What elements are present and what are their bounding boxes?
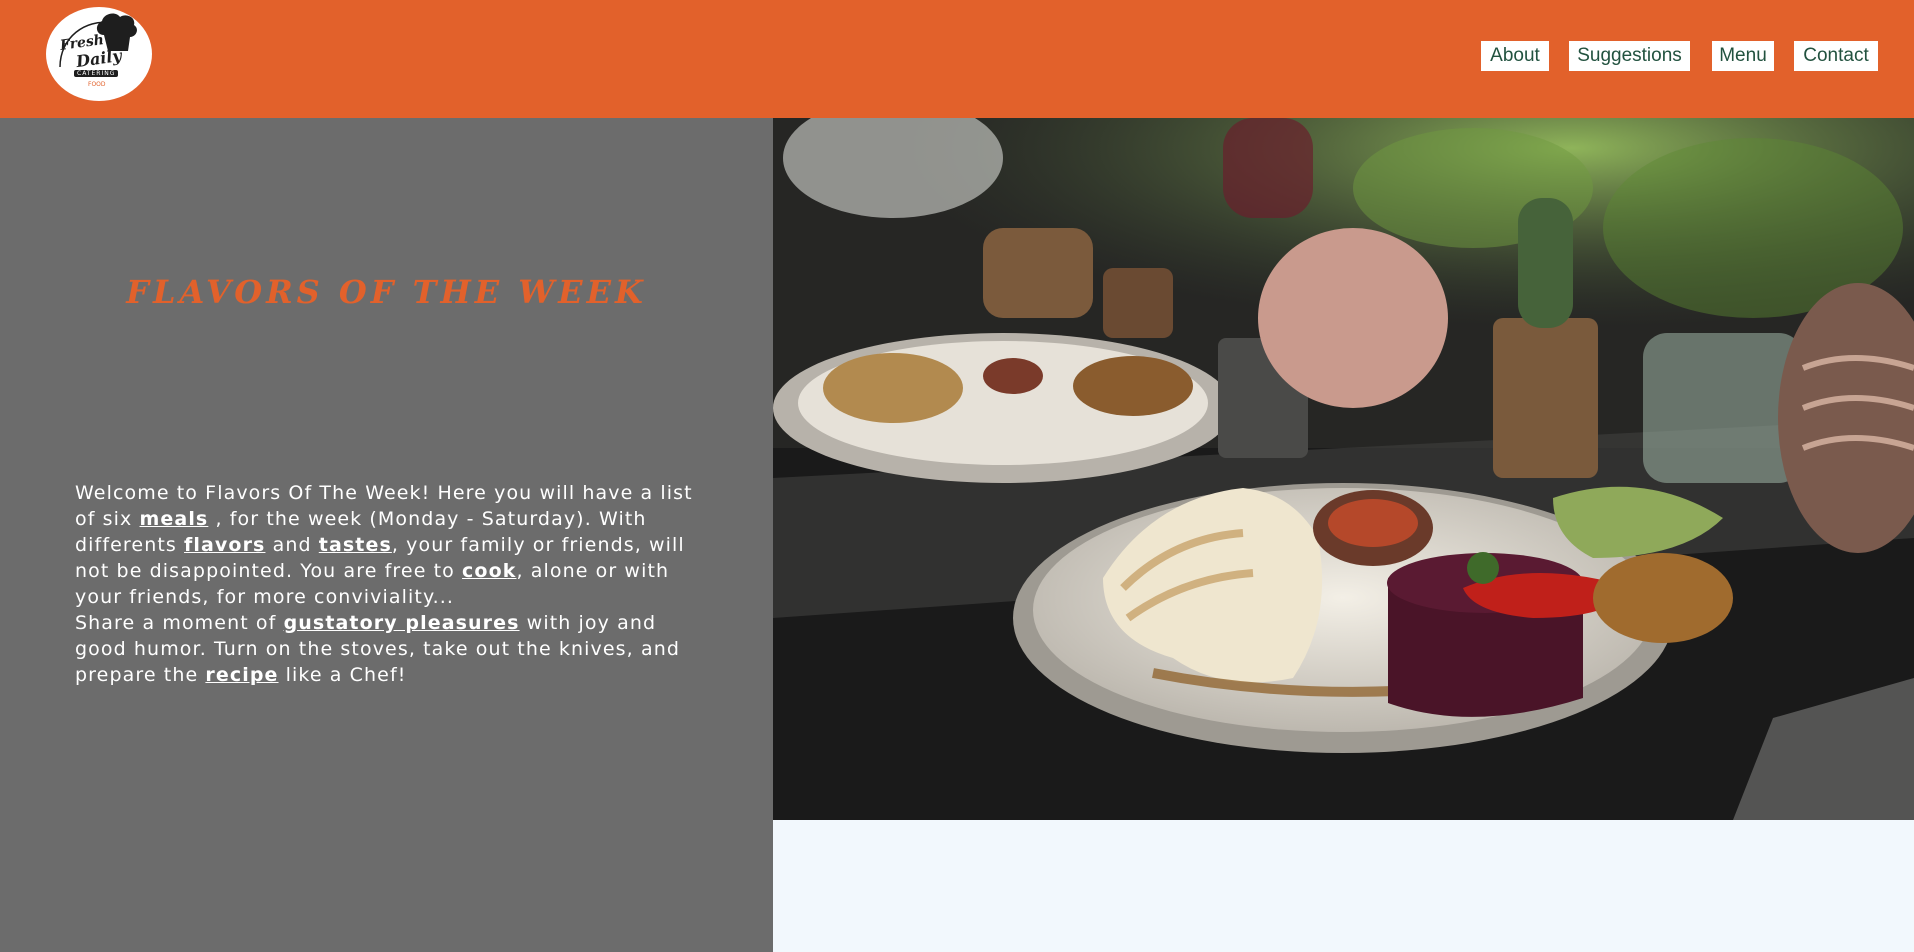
- logo-text-catering: CATERING: [74, 70, 119, 77]
- tastes-link[interactable]: tastes: [319, 534, 392, 556]
- hero-food-photo: [773, 118, 1914, 820]
- nav-menu[interactable]: Menu: [1712, 41, 1774, 71]
- fresh-daily-catering-logo[interactable]: Fresh Daily CATERING FOOD: [46, 7, 152, 101]
- gustatory-pleasures-link[interactable]: gustatory pleasures: [284, 612, 520, 634]
- nav-contact[interactable]: Contact: [1794, 41, 1878, 71]
- flavors-link[interactable]: flavors: [184, 534, 265, 556]
- intro-text-part: Share a moment of: [75, 612, 284, 634]
- intro-text: Welcome to Flavors Of The Week! Here you…: [75, 480, 715, 688]
- meals-link[interactable]: meals: [140, 508, 209, 530]
- site-header: Fresh Daily CATERING FOOD About Suggesti…: [0, 0, 1914, 118]
- intro-text-part: like a Chef!: [278, 664, 407, 686]
- intro-panel: FLAVORS OF THE WEEK Welcome to Flavors O…: [0, 118, 773, 952]
- intro-text-part: and: [265, 534, 319, 556]
- cook-link[interactable]: cook: [462, 560, 516, 582]
- nav-suggestions[interactable]: Suggestions: [1569, 41, 1690, 71]
- recipe-link[interactable]: recipe: [205, 664, 278, 686]
- food-plate-illustration: [773, 118, 1914, 820]
- logo-text-food: FOOD: [88, 81, 106, 88]
- page-title: FLAVORS OF THE WEEK: [126, 273, 647, 311]
- nav-about[interactable]: About: [1481, 41, 1549, 71]
